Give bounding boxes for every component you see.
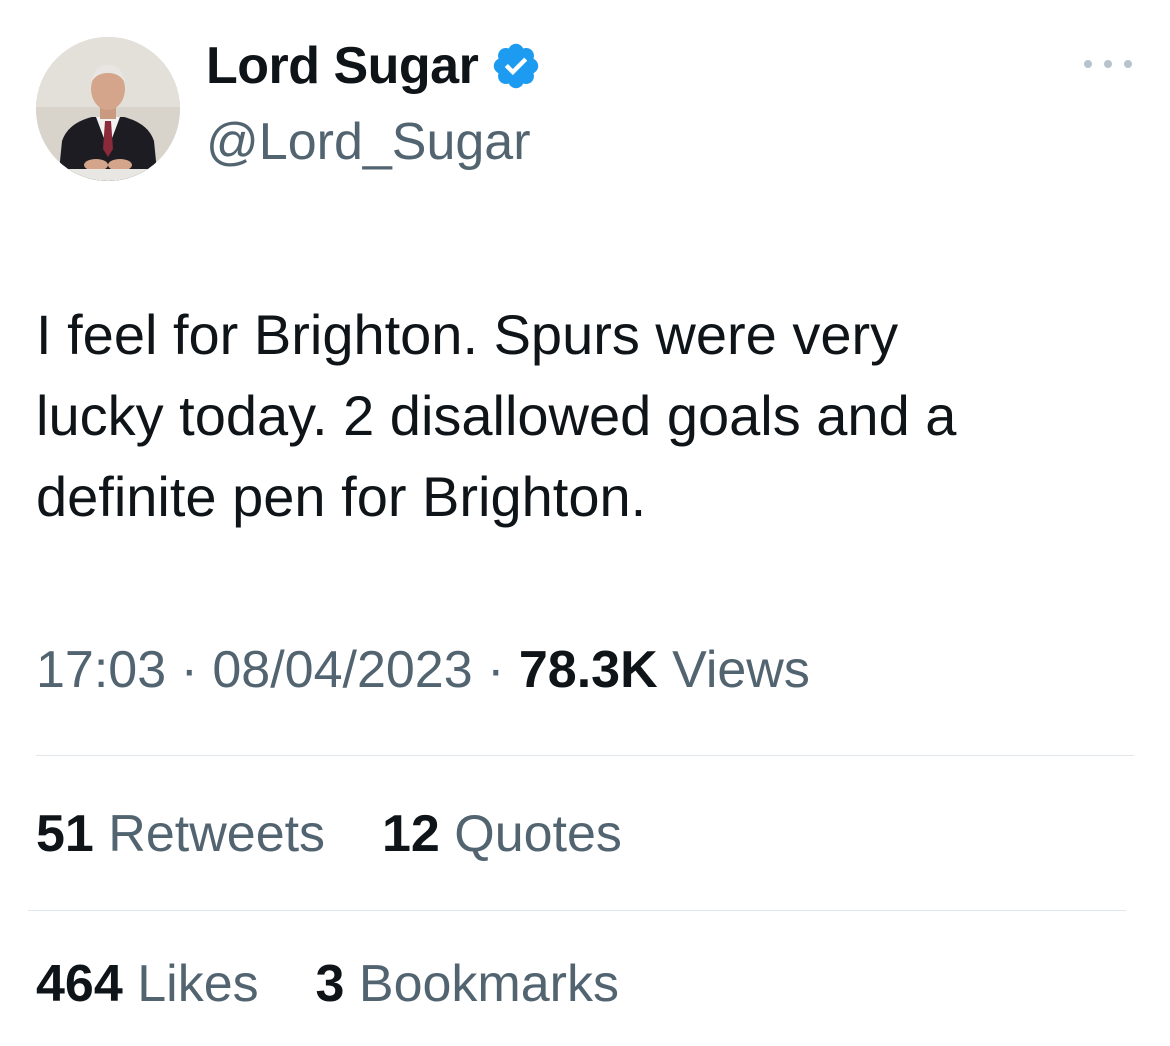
divider [36, 755, 1134, 756]
likes-label: Likes [137, 955, 259, 1013]
tweet-date[interactable]: 08/04/2023 [212, 641, 472, 699]
retweets-label: Retweets [108, 805, 326, 863]
likes-count: 464 [36, 955, 123, 1013]
likes-bookmarks-row: 464 Likes 3 Bookmarks [36, 954, 619, 1014]
quotes-stat[interactable]: 12 Quotes [368, 805, 622, 863]
tweet-text: I feel for Brighton. Spurs were very luc… [36, 303, 957, 528]
display-name[interactable]: Lord Sugar [206, 36, 479, 96]
more-dot [1104, 60, 1112, 68]
author-name-row[interactable]: Lord Sugar [206, 34, 542, 98]
retweets-count: 51 [36, 805, 94, 863]
views-label: Views [672, 641, 810, 699]
quotes-count: 12 [381, 805, 440, 863]
retweets-quotes-row: 51 Retweets 12 Quotes [36, 804, 622, 864]
views-count: 78.3K [518, 641, 658, 699]
verified-badge-icon [490, 40, 542, 92]
more-dot [1084, 60, 1092, 68]
avatar[interactable] [36, 37, 180, 181]
bookmarks-label: Bookmarks [358, 955, 619, 1013]
tweet-detail: Lord Sugar @Lord_Sugar I feel for Bright… [0, 0, 1170, 1046]
quotes-label: Quotes [454, 805, 622, 863]
more-options-icon[interactable] [1084, 50, 1132, 78]
author-handle[interactable]: @Lord_Sugar [206, 112, 531, 172]
tweet-metadata: 17:03 · 08/04/2023 · 78.3K Views [36, 640, 810, 700]
meta-separator: · [487, 641, 505, 699]
more-dot [1124, 60, 1132, 68]
avatar-photo [36, 37, 180, 181]
tweet-time[interactable]: 17:03 [36, 641, 166, 699]
divider [28, 910, 1126, 911]
retweets-stat[interactable]: 51 Retweets [36, 805, 340, 863]
bookmarks-count: 3 [315, 955, 345, 1013]
bookmarks-stat[interactable]: 3 Bookmarks [301, 955, 619, 1013]
meta-separator: · [180, 641, 198, 699]
likes-stat[interactable]: 464 Likes [36, 955, 273, 1013]
